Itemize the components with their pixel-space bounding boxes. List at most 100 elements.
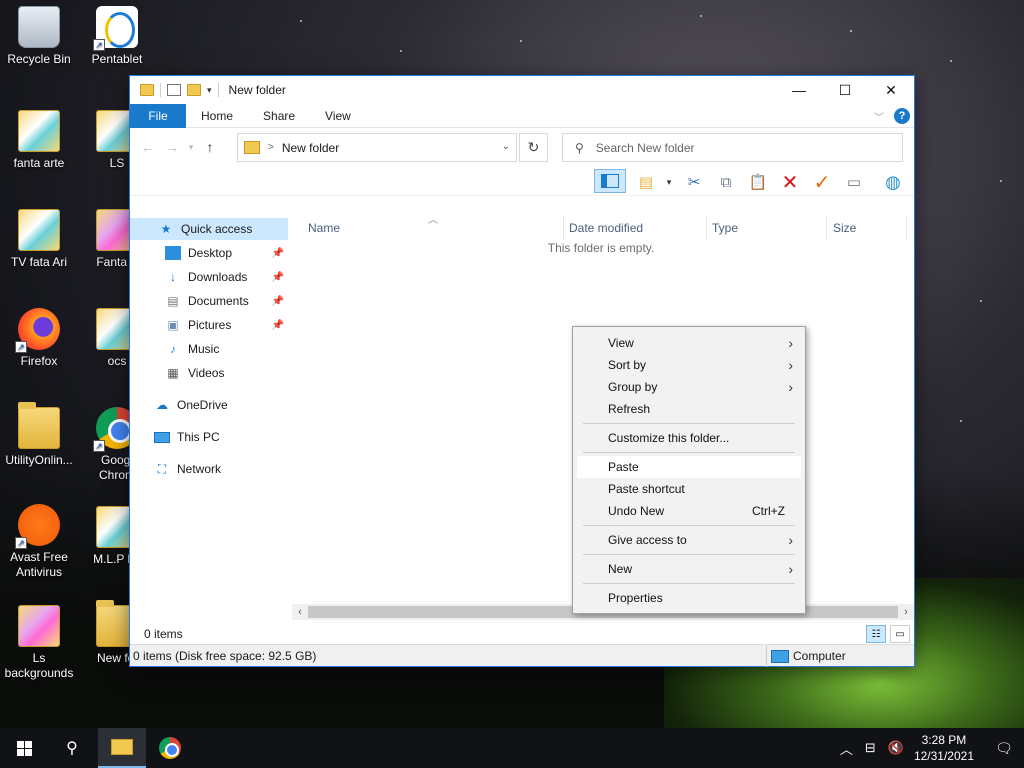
- menu-item-give-access-to[interactable]: Give access to ›: [577, 529, 801, 551]
- globe-icon[interactable]: ◍: [882, 172, 904, 192]
- desktop-icon-utilityonline[interactable]: UtilityOnlin...: [0, 402, 78, 468]
- nav-label: Desktop: [188, 246, 233, 260]
- nav-item-desktop[interactable]: Desktop 📌: [130, 242, 288, 264]
- nav-item-this-pc[interactable]: This PC: [130, 426, 288, 448]
- breadcrumb-item[interactable]: New folder: [282, 141, 339, 155]
- pin-icon[interactable]: 📌: [272, 296, 284, 307]
- new-folder-icon[interactable]: ▤: [635, 172, 657, 192]
- desktop-icon-pentablet[interactable]: ↗ Pentablet: [78, 6, 156, 67]
- column-name[interactable]: Name: [308, 221, 340, 235]
- column-headers: Name ︿ Date modified Type Size: [288, 215, 914, 241]
- recent-locations-dropdown[interactable]: ▾: [184, 142, 198, 153]
- menu-item-sort-by[interactable]: Sort by ›: [577, 354, 801, 376]
- network-status-icon[interactable]: ⊟: [865, 740, 876, 756]
- cut-icon[interactable]: ✂: [683, 172, 705, 192]
- forward-button[interactable]: →: [160, 139, 184, 155]
- breadcrumb-separator: >: [268, 142, 274, 153]
- menu-item-label: Paste shortcut: [608, 482, 685, 496]
- back-button[interactable]: ←: [136, 139, 160, 155]
- cloud-icon: ☁: [156, 398, 168, 412]
- nav-item-downloads[interactable]: ↓ Downloads 📌: [130, 266, 288, 288]
- pin-icon[interactable]: 📌: [272, 272, 284, 283]
- nav-item-videos[interactable]: ▦ Videos: [130, 362, 288, 384]
- tab-home[interactable]: Home: [186, 109, 248, 123]
- menu-item-paste[interactable]: Paste: [577, 456, 801, 478]
- large-icons-view-icon[interactable]: ▭: [890, 625, 910, 643]
- column-type[interactable]: Type: [712, 221, 738, 235]
- menu-item-undo-new[interactable]: Undo New Ctrl+Z: [577, 500, 801, 522]
- refresh-button[interactable]: ↻: [519, 133, 548, 162]
- search-input[interactable]: ⚲ Search New folder: [562, 133, 903, 162]
- chrome-icon: [159, 737, 181, 759]
- nav-item-music[interactable]: ♪ Music: [130, 338, 288, 360]
- close-button[interactable]: ✕: [868, 76, 914, 104]
- new-dropdown-icon[interactable]: ▾: [658, 172, 680, 192]
- details-view-icon[interactable]: ☷: [866, 625, 886, 643]
- minimize-button[interactable]: —: [776, 76, 822, 104]
- nav-item-quick-access[interactable]: ★ Quick access: [130, 218, 288, 240]
- volume-muted-icon[interactable]: 🔇: [888, 740, 904, 756]
- nav-item-onedrive[interactable]: ☁ OneDrive: [130, 394, 288, 416]
- scroll-left-icon[interactable]: ‹: [292, 604, 308, 620]
- show-hidden-icons-icon[interactable]: ︿: [840, 739, 853, 758]
- nav-item-documents[interactable]: ▤ Documents 📌: [130, 290, 288, 312]
- menu-item-label: Properties: [608, 591, 663, 605]
- new-folder-icon[interactable]: [187, 84, 201, 96]
- clock-time: 3:28 PM: [921, 733, 967, 747]
- tab-share[interactable]: Share: [248, 109, 310, 123]
- menu-item-customize-folder[interactable]: Customize this folder...: [577, 427, 801, 449]
- address-bar[interactable]: > New folder ⌄: [237, 133, 517, 162]
- menu-item-paste-shortcut[interactable]: Paste shortcut: [577, 478, 801, 500]
- clock[interactable]: 3:28 PM 12/31/2021: [914, 732, 974, 764]
- expand-ribbon-icon[interactable]: ﹀: [874, 109, 884, 124]
- clock-date: 12/31/2021: [913, 749, 974, 763]
- up-button[interactable]: ↑: [198, 139, 222, 155]
- column-size[interactable]: Size: [833, 221, 856, 235]
- menu-item-new[interactable]: New ›: [577, 558, 801, 580]
- pin-icon[interactable]: 📌: [272, 320, 284, 331]
- tab-file[interactable]: File: [130, 103, 186, 128]
- paste-icon[interactable]: 📋: [747, 172, 769, 192]
- menu-item-group-by[interactable]: Group by ›: [577, 376, 801, 398]
- taskbar-chrome[interactable]: [146, 728, 194, 768]
- menu-item-label: Customize this folder...: [608, 431, 730, 445]
- avast-icon: ↗: [15, 504, 60, 549]
- properties-icon[interactable]: [167, 84, 181, 96]
- address-dropdown-icon[interactable]: ⌄: [502, 141, 510, 152]
- menu-item-view[interactable]: View ›: [577, 332, 801, 354]
- sort-ascending-icon: ︿: [428, 215, 438, 226]
- desktop-icon-label: Pentablet: [91, 52, 143, 66]
- copy-icon[interactable]: ⧉: [715, 172, 737, 192]
- rename-icon[interactable]: ▭: [843, 172, 865, 192]
- menu-item-label: Give access to: [608, 533, 687, 547]
- search-button[interactable]: ⚲: [48, 728, 96, 768]
- maximize-button[interactable]: ☐: [822, 76, 868, 104]
- tab-view[interactable]: View: [310, 109, 366, 123]
- desktop-icon-avast[interactable]: ↗ Avast Free Antivirus: [0, 504, 78, 580]
- column-date-modified[interactable]: Date modified: [569, 221, 643, 235]
- checkmark-icon[interactable]: ✓: [811, 172, 833, 194]
- menu-item-label: Paste: [608, 460, 639, 474]
- help-icon[interactable]: ?: [894, 108, 910, 124]
- customize-toolbar-dropdown[interactable]: ▾: [207, 85, 212, 96]
- desktop-icon-tv-fata-ari[interactable]: TV fata Ari: [0, 209, 78, 270]
- search-icon: ⚲: [575, 140, 584, 155]
- menu-item-properties[interactable]: Properties: [577, 587, 801, 609]
- delete-icon[interactable]: ✕: [779, 172, 801, 194]
- pin-icon[interactable]: 📌: [272, 248, 284, 259]
- taskbar-file-explorer[interactable]: [98, 728, 146, 768]
- preview-pane-icon[interactable]: [594, 169, 626, 193]
- nav-item-network[interactable]: ⛶ Network: [130, 458, 288, 480]
- start-button[interactable]: [0, 728, 48, 768]
- menu-item-refresh[interactable]: Refresh: [577, 398, 801, 420]
- desktop-icon-firefox[interactable]: ↗ Firefox: [0, 308, 78, 369]
- notification-center-icon[interactable]: 🗨: [984, 740, 1024, 757]
- star-icon: ★: [160, 222, 172, 236]
- nav-item-pictures[interactable]: ▣ Pictures 📌: [130, 314, 288, 336]
- divider: [217, 83, 219, 97]
- title-bar[interactable]: ▾ New folder — ☐ ✕: [130, 76, 914, 104]
- desktop-icon-ls-backgrounds[interactable]: Ls backgrounds: [0, 605, 78, 681]
- desktop-icon-fanta-arte[interactable]: fanta arte: [0, 110, 78, 171]
- scroll-right-icon[interactable]: ›: [898, 604, 914, 620]
- desktop-icon-recycle-bin[interactable]: Recycle Bin: [0, 6, 78, 67]
